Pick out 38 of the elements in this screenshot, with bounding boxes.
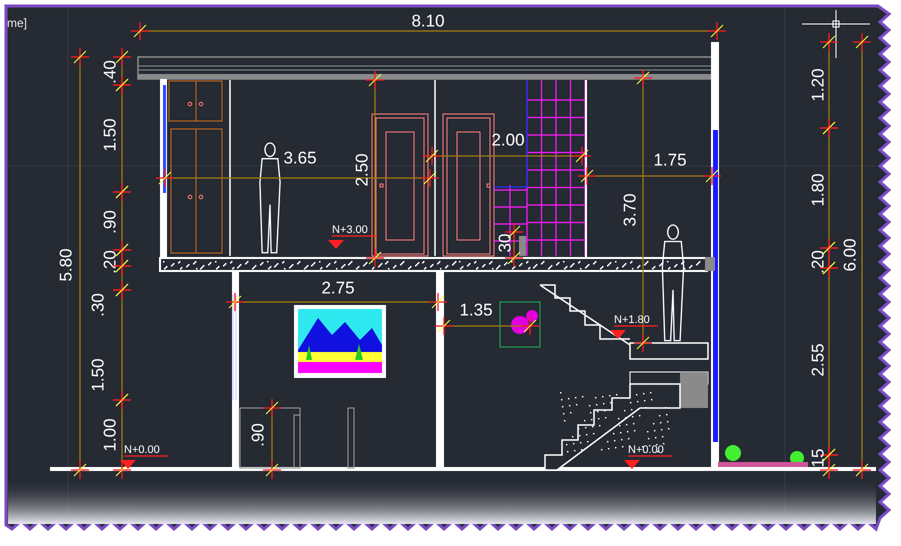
dimension-label: .20 — [808, 250, 828, 274]
level-marker-icon — [120, 460, 136, 469]
dimension-label: 2.50 — [352, 153, 372, 187]
dimension-label: 1.75 — [653, 150, 687, 170]
dimension-label: 6.00 — [840, 238, 860, 272]
dimension-label: 2.55 — [808, 343, 828, 377]
dimension-label: 1.00 — [100, 418, 120, 452]
level-label: N+0.00 — [628, 444, 664, 456]
dimension-label: 1.20 — [808, 68, 828, 102]
dimension-label: 15 — [808, 448, 828, 468]
level-line — [124, 455, 168, 457]
dimension-label: 3.70 — [620, 193, 640, 227]
dimension-label: .20 — [100, 250, 120, 274]
level-label: N+0.00 — [124, 444, 160, 456]
dimension-label: 2.75 — [321, 278, 355, 298]
level-marker-icon — [328, 240, 344, 249]
level-line — [628, 455, 672, 457]
pillar-drawing — [519, 236, 526, 256]
dimension-label: 5.80 — [56, 248, 76, 282]
dimension-label: .90 — [100, 210, 120, 234]
dimension-label: 30 — [496, 234, 514, 252]
dimension-label: 1.50 — [88, 358, 108, 392]
dimension-label: 1.80 — [808, 173, 828, 207]
dimension-label: 8.10 — [411, 12, 445, 30]
level-marker-icon — [624, 460, 640, 469]
level-marker-icon — [610, 330, 626, 339]
flower-planter-drawing — [500, 302, 540, 348]
level-line — [332, 235, 376, 237]
crosshair-cursor-icon — [802, 10, 870, 58]
level-label: N+3.00 — [332, 224, 368, 236]
dimension-label: 1.35 — [459, 300, 493, 320]
dimension-label: .30 — [88, 293, 108, 317]
dimension-label: 3.65 — [283, 148, 317, 168]
pillar-drawing — [705, 257, 715, 271]
dimension-label: .40 — [100, 60, 120, 84]
viewport-label: me] — [7, 16, 28, 30]
dimension-label: .90 — [248, 423, 268, 447]
dimension-label: 1.50 — [100, 118, 120, 152]
